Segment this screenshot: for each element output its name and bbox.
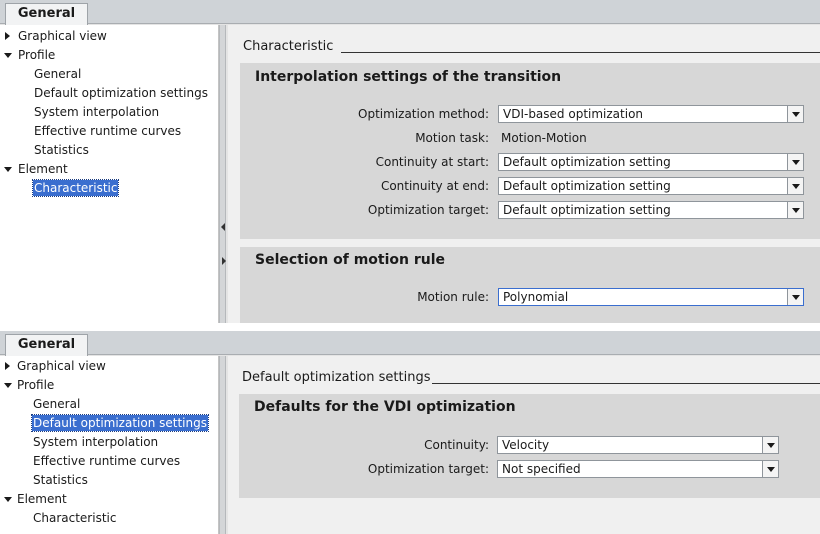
dropdown-value: Default optimization setting (503, 155, 671, 169)
properties-panel-bottom: General Graphical view Profile General D… (0, 331, 820, 534)
motion-rule-dropdown[interactable]: Polynomial (498, 288, 804, 306)
tree-item-system-interpolation[interactable]: System interpolation (0, 103, 218, 122)
tree-item-label: Effective runtime curves (34, 124, 182, 138)
dropdown-value: Polynomial (503, 290, 569, 304)
content-area: Characteristic Interpolation settings of… (228, 25, 820, 323)
tree-item-label: System interpolation (33, 435, 159, 449)
tree-item-label: General (34, 67, 82, 81)
navigation-tree: Graphical view Profile General Default o… (0, 25, 219, 323)
tree-item-characteristic[interactable]: Characteristic (0, 509, 218, 528)
continuity-at-start-dropdown[interactable]: Default optimization setting (498, 153, 804, 171)
chevron-down-icon[interactable] (787, 202, 803, 218)
tree-item-system-interpolation[interactable]: System interpolation (0, 433, 218, 452)
content-area: Default optimization settings Defaults f… (228, 356, 820, 534)
tree-item-profile[interactable]: Profile (0, 46, 218, 65)
optimization-target-dropdown[interactable]: Default optimization setting (498, 201, 804, 219)
tree-item-label: Profile (18, 48, 56, 62)
tree-item-label: Statistics (33, 473, 88, 487)
continuity-at-start-label: Continuity at start: (375, 155, 489, 169)
chevron-down-icon[interactable] (787, 178, 803, 194)
dropdown-value: Default optimization setting (503, 203, 671, 217)
motion-task-value: Motion-Motion (501, 131, 587, 145)
tree-item-characteristic[interactable]: Characteristic (0, 179, 218, 198)
chevron-down-icon[interactable] (787, 106, 803, 122)
dropdown-value: Default optimization setting (503, 179, 671, 193)
tree-item-effective-runtime-curves[interactable]: Effective runtime curves (0, 122, 218, 141)
dropdown-value: Velocity (502, 438, 550, 452)
collapse-arrow-icon[interactable] (4, 167, 12, 172)
tree-item-label: Default optimization settings (34, 86, 208, 100)
heading-divider (432, 383, 820, 384)
optimization-method-dropdown[interactable]: VDI-based optimization (498, 105, 804, 123)
tree-item-default-optimization-settings[interactable]: Default optimization settings (0, 414, 218, 433)
tree-item-label: Characteristic (31, 179, 120, 197)
tree-item-graphical-view[interactable]: Graphical view (0, 357, 218, 376)
continuity-dropdown[interactable]: Velocity (497, 436, 779, 454)
tree-item-effective-runtime-curves[interactable]: Effective runtime curves (0, 452, 218, 471)
continuity-at-end-dropdown[interactable]: Default optimization setting (498, 177, 804, 195)
continuity-at-end-label: Continuity at end: (380, 179, 489, 193)
properties-panel-top: General Graphical view Profile General D… (0, 0, 820, 323)
chevron-down-icon[interactable] (787, 289, 803, 305)
group-title: Interpolation settings of the transition (255, 69, 562, 85)
collapse-arrow-icon[interactable] (4, 383, 12, 388)
optimization-target-label: Optimization target: (367, 203, 489, 217)
dropdown-value: Not specified (502, 462, 581, 476)
tree-item-label: Profile (17, 378, 55, 392)
group-vdi-defaults: Defaults for the VDI optimization Contin… (239, 394, 820, 498)
tab-general[interactable]: General (5, 3, 88, 25)
optimization-target-dropdown[interactable]: Not specified (497, 460, 779, 478)
tree-item-label: Effective runtime curves (33, 454, 181, 468)
tree-item-label: Statistics (34, 143, 89, 157)
optimization-method-label: Optimization method: (358, 107, 489, 121)
tree-item-graphical-view[interactable]: Graphical view (0, 27, 218, 46)
tree-item-statistics[interactable]: Statistics (0, 141, 218, 160)
chevron-down-icon[interactable] (787, 154, 803, 170)
expand-right-icon[interactable] (222, 257, 226, 265)
tab-strip: General (0, 331, 820, 356)
chevron-down-icon[interactable] (762, 461, 778, 477)
dropdown-value: VDI-based optimization (503, 107, 644, 121)
collapse-left-icon[interactable] (221, 223, 225, 231)
tab-general[interactable]: General (5, 334, 88, 356)
motion-rule-label: Motion rule: (417, 290, 489, 304)
motion-task-label: Motion task: (415, 131, 489, 145)
tree-item-general[interactable]: General (0, 395, 218, 414)
group-motion-rule: Selection of motion rule Motion rule: Po… (240, 247, 820, 323)
panel-splitter[interactable] (219, 356, 226, 534)
continuity-label: Continuity: (424, 438, 489, 452)
navigation-tree: Graphical view Profile General Default o… (0, 356, 219, 534)
expand-arrow-icon[interactable] (5, 32, 10, 40)
collapse-arrow-icon[interactable] (4, 53, 12, 58)
expand-arrow-icon[interactable] (5, 362, 10, 370)
tree-item-default-optimization-settings[interactable]: Default optimization settings (0, 84, 218, 103)
group-title: Selection of motion rule (255, 252, 446, 268)
tree-item-label: General (33, 397, 81, 411)
tree-item-label: Default optimization settings (31, 414, 209, 432)
tree-item-label: Element (17, 492, 67, 506)
group-interpolation-settings: Interpolation settings of the transition… (240, 63, 820, 239)
tree-item-element[interactable]: Element (0, 160, 218, 179)
group-title: Defaults for the VDI optimization (254, 399, 516, 415)
chevron-down-icon[interactable] (762, 437, 778, 453)
tab-strip: General (0, 0, 820, 25)
tree-item-label: Element (18, 162, 68, 176)
tree-item-general[interactable]: General (0, 65, 218, 84)
tree-item-label: Characteristic (33, 511, 117, 525)
section-heading: Characteristic (243, 39, 334, 54)
tree-item-element[interactable]: Element (0, 490, 218, 509)
tree-item-statistics[interactable]: Statistics (0, 471, 218, 490)
tree-item-label: Graphical view (17, 359, 106, 373)
tree-item-label: System interpolation (34, 105, 160, 119)
panel-splitter[interactable] (219, 25, 226, 323)
heading-divider (341, 52, 820, 53)
collapse-arrow-icon[interactable] (4, 497, 12, 502)
optimization-target-label: Optimization target: (367, 462, 489, 476)
section-heading: Default optimization settings (242, 370, 431, 385)
tree-item-profile[interactable]: Profile (0, 376, 218, 395)
tree-item-label: Graphical view (18, 29, 107, 43)
